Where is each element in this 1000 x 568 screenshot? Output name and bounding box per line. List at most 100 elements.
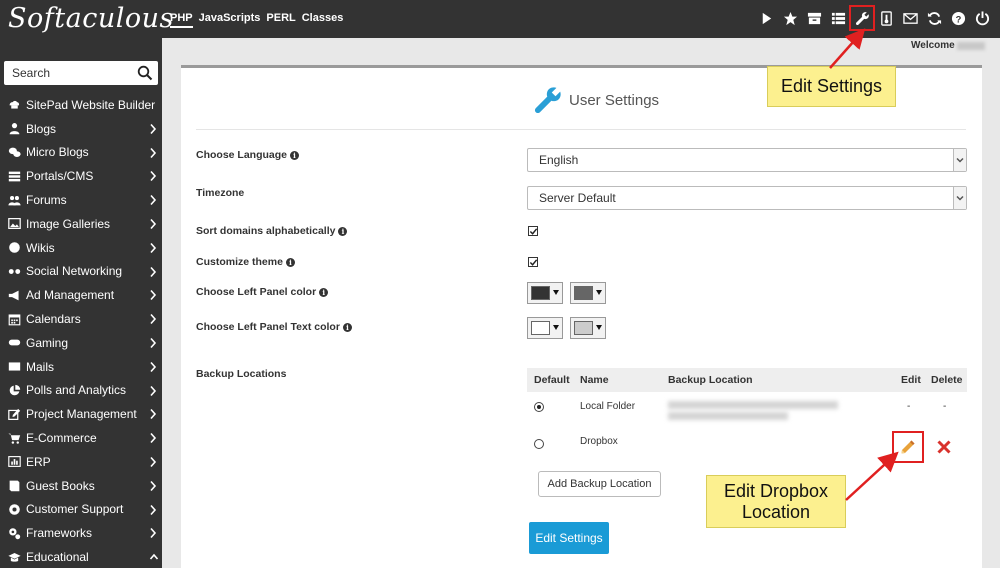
left-panel-text-color-picker-2[interactable] (570, 317, 606, 339)
sidebar-item-sitepad-website-builder[interactable]: SitePad Website Builder (0, 93, 162, 117)
x-icon[interactable] (936, 439, 952, 455)
left-panel-text-color-label: Choose Left Panel Text color i (196, 321, 352, 333)
chevron-up-icon (149, 551, 159, 563)
bullhorn-icon (7, 288, 21, 302)
chevron-right-icon (149, 361, 157, 373)
sidebar-item-educational[interactable]: Educational (0, 545, 162, 568)
sidebar-item-label: Wikis (26, 240, 55, 255)
sidebar-item-label: Portals/CMS (26, 169, 94, 184)
chevron-right-icon (149, 170, 157, 182)
archive-icon[interactable] (802, 6, 826, 30)
sidebar: SitePad Website Builder Blogs Micro Blogs P… (0, 38, 162, 568)
sidebar-search (4, 61, 158, 85)
globe-icon (7, 241, 21, 255)
chevron-right-icon (149, 289, 157, 301)
left-panel-color-picker-1[interactable] (527, 282, 563, 304)
book-icon (7, 479, 21, 493)
customize-theme-label: Customize theme i (196, 256, 295, 268)
backup-locations-label: Backup Locations (196, 368, 287, 380)
tab-php[interactable]: PHP (170, 12, 193, 28)
caret-down-icon (553, 290, 559, 295)
add-backup-location-button[interactable]: Add Backup Location (538, 471, 661, 497)
sort-domains-checkbox[interactable] (528, 226, 538, 236)
sidebar-item-wikis[interactable]: Wikis (0, 236, 162, 260)
default-radio-dropbox[interactable] (534, 439, 544, 449)
column-delete: Delete (931, 374, 963, 386)
chevron-right-icon (149, 527, 157, 539)
caret-down-icon (596, 325, 602, 330)
wrench-icon[interactable] (849, 5, 875, 31)
sidebar-item-forums[interactable]: Forums (0, 188, 162, 212)
left-panel-text-color-picker-1[interactable] (527, 317, 563, 339)
chevron-right-icon (149, 147, 157, 159)
chevron-right-icon (149, 313, 157, 325)
sidebar-item-blogs[interactable]: Blogs (0, 117, 162, 141)
customize-theme-checkbox[interactable] (528, 257, 538, 267)
list-icon[interactable] (826, 6, 850, 30)
sidebar-item-label: Blogs (26, 121, 57, 136)
sidebar-item-label: Image Galleries (26, 216, 111, 231)
cart-icon (7, 431, 21, 445)
thermometer-icon[interactable] (874, 6, 898, 30)
list-icon (7, 169, 21, 183)
timezone-select[interactable]: Server Default (527, 186, 967, 210)
info-icon[interactable]: i (338, 226, 348, 236)
sidebar-item-micro-blogs[interactable]: Micro Blogs (0, 141, 162, 165)
sidebar-item-image-galleries[interactable]: Image Galleries (0, 212, 162, 236)
tab-javascripts[interactable]: JavaScripts (199, 12, 261, 28)
sidebar-item-guest-books[interactable]: Guest Books (0, 474, 162, 498)
sidebar-item-gaming[interactable]: Gaming (0, 331, 162, 355)
search-input[interactable] (4, 61, 124, 85)
sitepad-icon (7, 98, 21, 112)
delete-placeholder: - (943, 401, 947, 412)
info-icon[interactable]: i (319, 287, 329, 297)
sidebar-item-calendars[interactable]: Calendars (0, 307, 162, 331)
chevron-right-icon (149, 408, 157, 420)
help-icon[interactable]: ? (946, 6, 970, 30)
search-icon[interactable] (137, 65, 153, 81)
default-radio-local[interactable] (534, 402, 544, 412)
sidebar-item-label: Educational (26, 550, 89, 565)
sidebar-item-customer-support[interactable]: Customer Support (0, 498, 162, 522)
info-icon[interactable]: i (342, 322, 352, 332)
pie-chart-icon (7, 383, 21, 397)
sidebar-item-polls-and-analytics[interactable]: Polls and Analytics (0, 379, 162, 403)
sidebar-item-frameworks[interactable]: Frameworks (0, 521, 162, 545)
star-icon[interactable] (778, 6, 802, 30)
play-icon[interactable] (754, 6, 778, 30)
tab-classes[interactable]: Classes (302, 12, 344, 28)
softaculous-logo[interactable]: Softaculous (8, 2, 173, 36)
sidebar-item-project-management[interactable]: Project Management (0, 402, 162, 426)
top-toolbar: ? (754, 5, 994, 31)
sidebar-item-label: ERP (26, 454, 51, 469)
sidebar-item-mails[interactable]: Mails (0, 355, 162, 379)
sidebar-item-erp[interactable]: ERP (0, 450, 162, 474)
refresh-icon[interactable] (922, 6, 946, 30)
sidebar-item-portals-cms[interactable]: Portals/CMS (0, 164, 162, 188)
top-bar: Softaculous PHP JavaScripts PERL Classes… (0, 0, 1000, 38)
sidebar-item-label: Gaming (26, 335, 69, 350)
sidebar-item-ad-management[interactable]: Ad Management (0, 283, 162, 307)
tab-perl[interactable]: PERL (266, 12, 295, 28)
sidebar-item-e-commerce[interactable]: E-Commerce (0, 426, 162, 450)
language-label: Choose Language i (196, 149, 300, 161)
row-name: Local Folder (580, 401, 636, 412)
sidebar-item-label: Calendars (26, 312, 81, 327)
info-icon[interactable]: i (285, 257, 295, 267)
left-panel-color-label: Choose Left Panel color i (196, 286, 329, 298)
edit-settings-button[interactable]: Edit Settings (529, 522, 609, 554)
pencil-icon[interactable] (892, 431, 924, 463)
column-name: Name (580, 374, 609, 386)
mail-icon[interactable] (898, 6, 922, 30)
sidebar-item-label: Forums (26, 193, 67, 208)
caret-down-icon (553, 325, 559, 330)
users-icon (7, 193, 21, 207)
logout-icon[interactable] (970, 6, 994, 30)
calendar-icon (7, 312, 21, 326)
edit-placeholder: - (907, 401, 911, 412)
sidebar-item-social-networking[interactable]: Social Networking (0, 260, 162, 284)
language-select[interactable]: English (527, 148, 967, 172)
left-panel-color-picker-2[interactable] (570, 282, 606, 304)
info-icon[interactable]: i (290, 150, 300, 160)
chevron-right-icon (149, 456, 157, 468)
